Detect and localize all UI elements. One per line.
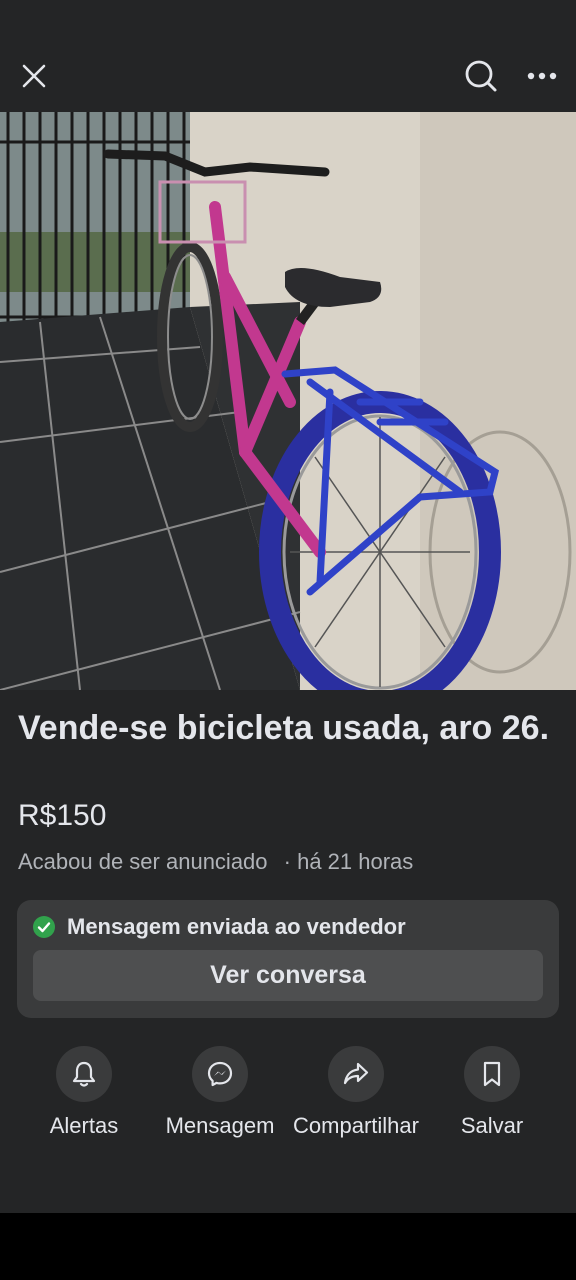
- check-circle-icon: [33, 916, 55, 938]
- message-label: Mensagem: [165, 1113, 275, 1138]
- listing-title: Vende-se bicicleta usada, aro 26.: [18, 709, 550, 747]
- more-options-button[interactable]: [520, 54, 564, 98]
- listing-price: R$150: [18, 799, 107, 832]
- action-bar: Alertas Mensagem Compartilhar Salvar: [0, 1046, 576, 1176]
- view-conversation-button[interactable]: Ver conversa: [33, 950, 543, 1001]
- share-label: Compartilhar: [293, 1113, 419, 1138]
- messenger-icon: [207, 1061, 233, 1087]
- alerts-circle: [56, 1046, 112, 1102]
- bicycle-photo: [0, 112, 576, 690]
- share-icon: [343, 1062, 369, 1085]
- message-circle: [192, 1046, 248, 1102]
- close-button[interactable]: [12, 54, 56, 98]
- message-sent-card: Mensagem enviada ao vendedor Ver convers…: [17, 900, 559, 1018]
- save-circle: [464, 1046, 520, 1102]
- top-bar: [0, 40, 576, 112]
- more-horizontal-icon: [527, 72, 557, 80]
- message-status-row: Mensagem enviada ao vendedor: [33, 914, 406, 940]
- share-button[interactable]: Compartilhar: [288, 1046, 424, 1140]
- bookmark-icon: [483, 1061, 501, 1087]
- save-label: Salvar: [460, 1113, 524, 1138]
- close-icon: [22, 64, 46, 88]
- listed-time: · há 21 horas: [283, 849, 414, 874]
- system-navigation-bar: [0, 1213, 576, 1280]
- alerts-button[interactable]: Alertas: [16, 1046, 152, 1140]
- listed-status: Acabou de ser anunciado: [18, 849, 268, 874]
- search-icon: [465, 60, 497, 92]
- search-button[interactable]: [459, 54, 503, 98]
- message-button[interactable]: Mensagem: [152, 1046, 288, 1140]
- bell-icon: [72, 1061, 96, 1087]
- status-bar: [0, 0, 576, 40]
- message-status-text: Mensagem enviada ao vendedor: [67, 914, 406, 939]
- listing-meta: Acabou de ser anunciado · há 21 horas: [18, 846, 413, 878]
- listing-photo[interactable]: [0, 112, 576, 690]
- share-circle: [328, 1046, 384, 1102]
- save-button[interactable]: Salvar: [424, 1046, 560, 1140]
- alerts-label: Alertas: [49, 1113, 119, 1138]
